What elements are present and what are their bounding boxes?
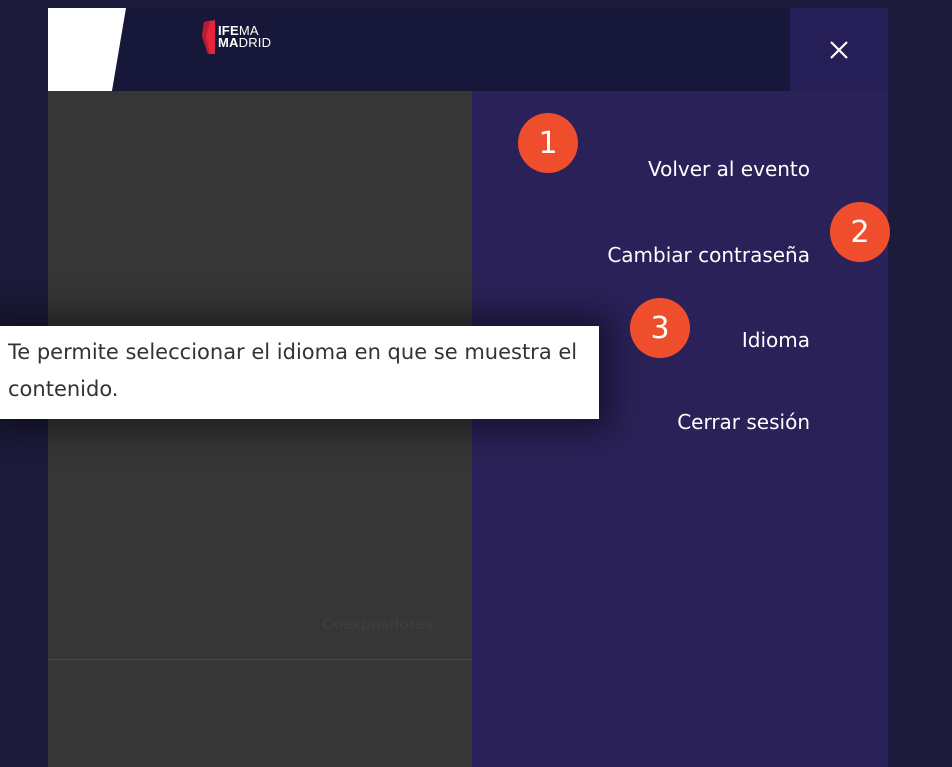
logo-text-rest: DRID [238, 35, 272, 50]
step-badge-3: 3 [630, 298, 690, 358]
content-divider [48, 659, 472, 660]
step-badge-2: 2 [830, 202, 890, 262]
tooltip-text: Te permite seleccionar el idioma en que … [8, 340, 578, 401]
logo-text-bold: MA [218, 35, 239, 50]
page-content-dimmed: Coexpositores [48, 91, 472, 767]
menu-item-cambiar-contrasena[interactable]: Cambiar contraseña [607, 243, 810, 267]
menu-item-volver-al-evento[interactable]: Volver al evento [648, 157, 810, 181]
close-menu-button[interactable] [790, 8, 888, 91]
header-white-tab [48, 8, 126, 91]
menu-item-idioma[interactable]: Idioma [742, 328, 810, 352]
close-icon [830, 40, 848, 59]
right-background-strip [888, 0, 952, 767]
logo-wordmark: IFEMA MADRID [218, 24, 272, 50]
menu-item-cerrar-sesion[interactable]: Cerrar sesión [677, 410, 810, 434]
ifema-madrid-logo[interactable]: IFEMA MADRID [202, 20, 271, 54]
help-tooltip: Te permite seleccionar el idioma en que … [0, 326, 599, 419]
coexpositores-tab[interactable]: Coexpositores [322, 616, 433, 634]
top-header: IFEMA MADRID [48, 8, 888, 91]
user-menu-panel: Volver al evento Cambiar contraseña Idio… [472, 91, 888, 767]
step-badge-1: 1 [518, 113, 578, 173]
ifema-flag-icon [202, 20, 215, 54]
